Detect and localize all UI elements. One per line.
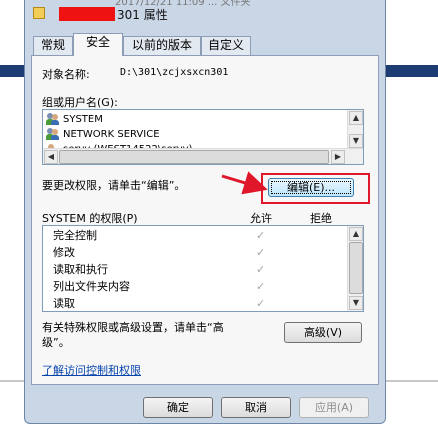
red-arrow-icon [221, 171, 268, 195]
tab-security[interactable]: 安全 [73, 33, 123, 56]
annotation-overlay [221, 171, 268, 195]
